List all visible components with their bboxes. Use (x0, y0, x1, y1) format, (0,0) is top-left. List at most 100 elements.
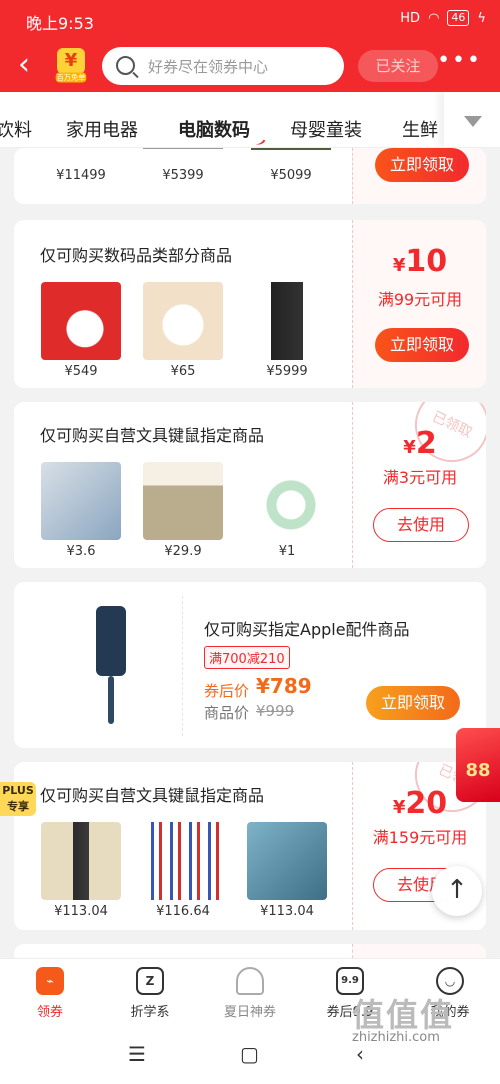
product-item[interactable]: ¥116.64 (142, 822, 224, 919)
product-item[interactable]: ¥5999 (246, 282, 328, 379)
product-image (41, 462, 121, 540)
wifi-icon: ◠ (428, 10, 440, 26)
product-image (247, 462, 327, 540)
plus-badge: PLUS专享 (0, 782, 36, 816)
currency: ¥ (392, 797, 406, 818)
product-price: ¥65 (170, 364, 196, 379)
product-price: ¥116.64 (156, 904, 210, 919)
search-input[interactable]: 好券尽在领券中心 (102, 47, 344, 85)
product-item[interactable]: ¥3.6 (40, 462, 122, 559)
status-time: 晚上9:53 (26, 14, 94, 33)
product-item[interactable]: ¥11499 (40, 148, 122, 183)
coupon-card: 仅可购买自营文具键鼠指定商品 ¥3.6 ¥29.9 ¥1 已领取 ¥2 满3元可… (14, 402, 486, 568)
tab-coupons[interactable]: ⌁ 领券 (5, 967, 95, 1020)
product-item[interactable]: ¥113.04 (246, 822, 328, 919)
coupon-card: 仅可购买指定Apple配件商品 满700减210 券后价 ¥789 商品价 ¥9… (14, 582, 486, 748)
chevron-down-icon (464, 116, 482, 127)
category-dropdown[interactable] (444, 92, 500, 147)
product-price: ¥1 (278, 544, 296, 559)
watermark-logo: 值值值 (352, 996, 455, 1034)
z-icon: Z (136, 967, 164, 995)
more-icon[interactable]: ••• (437, 48, 482, 73)
product-image (41, 822, 121, 900)
coupon-icon: ⌁ (36, 967, 64, 995)
use-button[interactable]: 去使用 (373, 508, 469, 542)
tab-baby[interactable]: 母婴童装 (290, 116, 362, 142)
nav-bar: ‹ ¥ 百万免单 好券尽在领券中心 已关注 ••• (0, 40, 500, 92)
coin-icon: ¥ (57, 48, 85, 74)
tab-discount-school[interactable]: Z 折学系 (105, 967, 195, 1020)
product-item[interactable]: ¥1 (246, 462, 328, 559)
product-item[interactable]: ¥113.04 (40, 822, 122, 919)
follow-button[interactable]: 已关注 (358, 50, 438, 82)
app-header: 晚上9:53 HD ◠ 46 ϟ ‹ ¥ 百万免单 好券尽在领券中心 已关注 •… (0, 0, 500, 92)
strap-image (108, 676, 114, 724)
claim-button[interactable]: 立即领取 (375, 328, 469, 362)
coupon-card: 仅可购买自营文具键鼠指定商品 ¥113.04 ¥116.64 ¥113.04 已… (14, 762, 486, 930)
menu-icon[interactable]: ☰ (128, 1042, 146, 1066)
coupon-right: 立即领取 (352, 148, 486, 204)
amount-value: 2 (415, 426, 437, 461)
coupon-title: 仅可购买自营文具键鼠指定商品 (40, 426, 265, 445)
product-image (41, 282, 121, 360)
product-image (143, 822, 223, 900)
divider (182, 596, 183, 736)
back-icon[interactable]: ‹ (18, 48, 30, 82)
cake-icon (236, 967, 264, 995)
claim-button[interactable]: 立即领取 (366, 686, 460, 720)
original-price-label: 商品价 (204, 704, 250, 722)
discount-tag: 满700减210 (204, 646, 290, 669)
coupon-amount: ¥10 (353, 244, 486, 279)
product-price: ¥3.6 (66, 544, 96, 559)
product-price: ¥5399 (162, 168, 204, 183)
amount-value: 10 (405, 244, 448, 279)
product-item[interactable]: ¥29.9 (142, 462, 224, 559)
charging-icon: ϟ (477, 10, 486, 26)
currency: ¥ (403, 437, 416, 458)
product-image (143, 462, 223, 540)
case-image (96, 606, 126, 676)
after-coupon-price: ¥789 (256, 674, 312, 698)
red-packet-widget[interactable]: 88 (456, 728, 500, 802)
tab-appliances[interactable]: 家用电器 (66, 116, 138, 142)
amount-value: 20 (405, 786, 448, 821)
product-item[interactable]: ¥65 (142, 282, 224, 379)
product-price: ¥549 (64, 364, 98, 379)
after-coupon-label: 券后价 (204, 682, 250, 700)
product-item[interactable]: ¥5399 (142, 148, 224, 183)
back-to-top-button[interactable]: ↑ (432, 866, 482, 916)
home-icon[interactable]: ▢ (240, 1042, 259, 1066)
tab-digital[interactable]: 电脑数码 (178, 116, 250, 142)
product-item[interactable]: ¥5099 (250, 148, 332, 183)
active-tab-indicator (254, 136, 266, 147)
tab-summer[interactable]: 夏日神券 (205, 967, 295, 1020)
tab-label: 折学系 (130, 1005, 170, 1020)
coupon-amount: ¥2 (353, 426, 486, 461)
tab-drinks[interactable]: 饮料 (0, 116, 32, 142)
tab-fresh[interactable]: 生鲜 (402, 116, 438, 142)
search-icon (116, 56, 135, 75)
coupon-title: 仅可购买自营文具键鼠指定商品 (40, 786, 265, 805)
currency: ¥ (392, 255, 406, 276)
product-image (247, 822, 327, 900)
product-price: ¥113.04 (54, 904, 108, 919)
signal-icon: HD (400, 10, 421, 26)
coupon-card: 立即领取 ¥11499 ¥5399 ¥5099 (14, 148, 486, 204)
original-price: ¥999 (256, 702, 295, 720)
tab-label: 领券 (36, 1005, 63, 1020)
product-price: ¥29.9 (164, 544, 202, 559)
tab-label: 夏日神券 (223, 1005, 276, 1020)
product-image (143, 282, 223, 360)
watermark: 值值值 zhizhizhi.com (352, 996, 452, 1045)
product-item[interactable]: ¥549 (40, 282, 122, 379)
status-icons: HD ◠ 46 ϟ (400, 10, 486, 26)
coupon-right: 已领取 ¥2 满3元可用 去使用 (352, 402, 486, 568)
product-price: ¥113.04 (260, 904, 314, 919)
coupon-title: 仅可购买数码品类部分商品 (40, 246, 233, 265)
store-logo[interactable]: ¥ 百万免单 (54, 48, 88, 86)
claim-button[interactable]: 立即领取 (375, 148, 469, 182)
back-nav-icon[interactable]: ‹ (356, 1042, 364, 1066)
product-image[interactable] (96, 606, 126, 726)
coupon-condition: 满159元可用 (372, 828, 468, 847)
coupon-condition: 满99元可用 (377, 290, 463, 309)
